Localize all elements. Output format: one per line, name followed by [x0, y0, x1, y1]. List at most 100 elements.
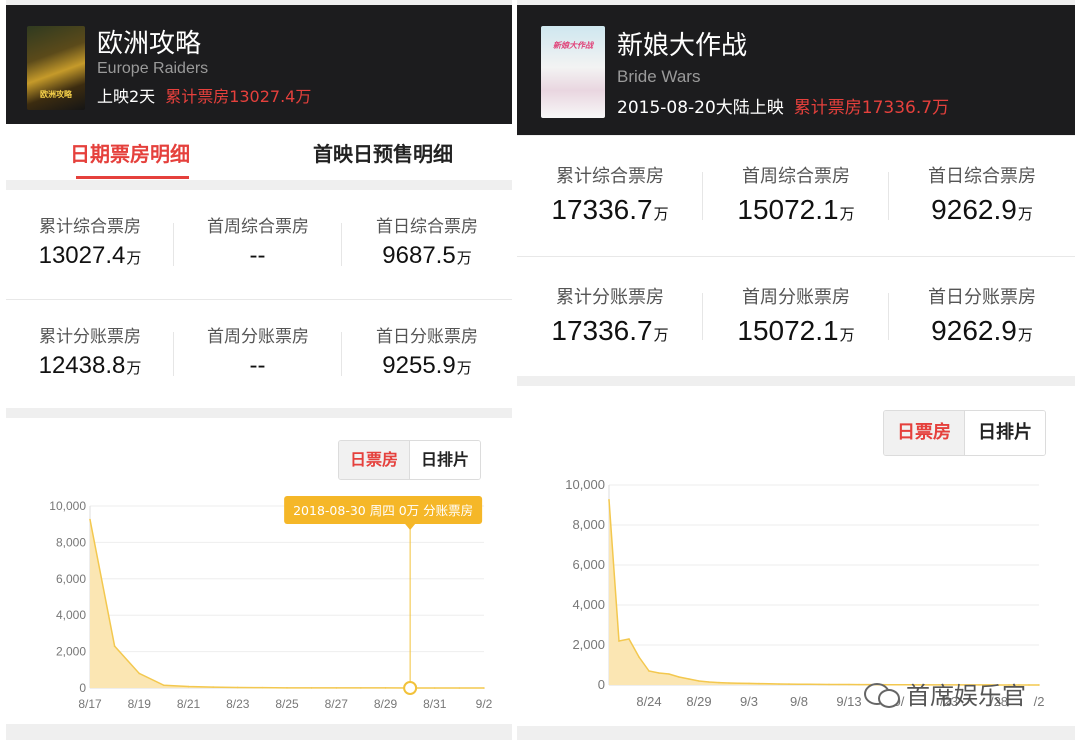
x-tick-label: 8/29: [686, 694, 711, 709]
movie-poster[interactable]: 欧洲攻略: [27, 26, 85, 110]
y-tick-label: 6,000: [572, 557, 605, 572]
stat-cell: 首日综合票房 9262.9万: [889, 136, 1075, 256]
x-tick-label: 9/8: [790, 694, 808, 709]
box-office-chart[interactable]: 0 2,000 4,000 6,000 8,000 10,000 8/24 8/29 9/3 9/…: [517, 386, 1075, 726]
data-point: [310, 687, 313, 689]
chart-card: 日票房 日排片 0 2,000 4,000 6,000 8,000 10,000 8/17 8…: [6, 418, 512, 724]
series-area: [609, 499, 1039, 685]
tooltip-arrow: [405, 524, 416, 530]
y-tick-label: 2,000: [572, 637, 605, 652]
x-tick-label: 8/25: [275, 697, 299, 711]
total-box-office: 累计票房13027.4万: [165, 87, 312, 106]
stats-grid: 累计综合票房 13027.4万 首周综合票房 -- 首日综合票房 9687.5万…: [6, 190, 512, 408]
data-point: [384, 687, 387, 689]
stat-value: --: [249, 352, 266, 379]
y-tick-label: 10,000: [49, 499, 86, 513]
stat-label: 累计综合票房: [39, 217, 141, 237]
stat-value: 9687.5万: [382, 242, 472, 269]
y-tick-label: 10,000: [565, 477, 605, 492]
stat-cell: 累计综合票房 17336.7万: [517, 136, 703, 256]
movie-title: 欧洲攻略: [97, 29, 202, 59]
x-tick-label: 8/21: [177, 697, 201, 711]
y-tick-label: 0: [79, 681, 86, 695]
data-point: [458, 687, 461, 689]
stat-cell: 首周综合票房 15072.1万: [703, 136, 889, 256]
chart-card: 日票房 日排片 0 2,000 4,000 6,000 8,000 10,000 8/24 8…: [517, 386, 1075, 726]
data-point: [1038, 684, 1040, 686]
tab-premiere-presale[interactable]: 首映日预售明细: [313, 138, 453, 167]
x-tick-label: /2: [1034, 694, 1045, 709]
data-point: [738, 682, 740, 684]
data-point: [678, 676, 680, 678]
stats-row-split: 累计分账票房 17336.7万 首周分账票房 15072.1万 首日分账票房 9…: [517, 256, 1075, 376]
stat-label: 累计综合票房: [556, 166, 664, 187]
stat-value: 9262.9万: [931, 194, 1033, 225]
data-point: [688, 678, 690, 680]
stat-value: 9255.9万: [382, 352, 472, 379]
data-point: [608, 498, 610, 501]
stat-cell: 首日分账票房 9262.9万: [889, 257, 1075, 376]
stat-value: 13027.4万: [38, 242, 142, 269]
y-tick-label: 2,000: [56, 645, 86, 659]
stat-label: 首周综合票房: [742, 166, 850, 187]
tab-daily-box-office[interactable]: 日期票房明细: [70, 138, 190, 167]
stat-value: --: [249, 242, 266, 269]
data-point: [718, 681, 720, 684]
movie-english-title: Bride Wars: [617, 67, 701, 86]
stats-grid: 累计综合票房 17336.7万 首周综合票房 15072.1万 首日综合票房 9…: [517, 136, 1075, 376]
stat-value: 15072.1万: [737, 194, 855, 225]
x-tick-label: 8/24: [636, 694, 661, 709]
stat-label: 累计分账票房: [39, 327, 141, 347]
data-point: [748, 682, 750, 685]
tooltip-text: 2018-08-30 周四 0万 分账票房: [293, 503, 473, 518]
movie-title: 新娘大作战: [617, 31, 748, 61]
stat-value: 9262.9万: [931, 315, 1033, 346]
movie-header: 欧洲攻略 欧洲攻略 Europe Raiders 上映2天 累计票房13027.4…: [6, 5, 512, 124]
data-point: [788, 683, 790, 685]
stat-value: 17336.7万: [551, 194, 669, 225]
data-point: [728, 682, 730, 684]
data-point: [261, 686, 264, 689]
data-point: [758, 682, 760, 685]
box-office-chart[interactable]: 0 2,000 4,000 6,000 8,000 10,000 8/17 8/19 8/21 8…: [6, 418, 512, 724]
data-point: [335, 687, 338, 689]
stat-label: 首周分账票房: [742, 287, 850, 308]
stat-cell: 首周分账票房 --: [174, 300, 342, 408]
active-tab-indicator: [76, 176, 189, 179]
data-point: [668, 673, 670, 675]
data-point: [818, 683, 820, 686]
data-point: [360, 687, 362, 689]
stats-row-split: 累计分账票房 12438.8万 首周分账票房 -- 首日分账票房 9255.9万: [6, 299, 512, 408]
data-point: [778, 683, 780, 685]
data-point: [638, 656, 640, 658]
stats-row-combined: 累计综合票房 17336.7万 首周综合票房 15072.1万 首日综合票房 9…: [517, 136, 1075, 256]
series-line: [608, 499, 1040, 686]
movie-header: 新娘大作战 新娘大作战 Bride Wars 2015-08-20大陆上映 累计票…: [517, 5, 1075, 135]
movie-poster[interactable]: 新娘大作战: [541, 26, 605, 118]
x-tick-label: 9/13: [836, 694, 861, 709]
stat-label: 首日综合票房: [928, 166, 1036, 187]
x-tick-label: 8/29: [374, 697, 398, 711]
data-point: [658, 672, 660, 674]
x-tick-label: 8/19: [128, 697, 152, 711]
x-tick-label: 8/27: [325, 697, 349, 711]
series-line: [89, 519, 484, 689]
stat-label: 首日分账票房: [928, 287, 1036, 308]
series-area: [90, 519, 484, 688]
data-point: [187, 685, 190, 688]
stat-value: 12438.8万: [38, 352, 142, 379]
data-point: [113, 645, 116, 647]
data-point: [483, 687, 485, 689]
data-point: [89, 518, 91, 521]
total-box-office: 累计票房17336.7万: [793, 98, 950, 118]
data-point: [848, 683, 850, 686]
x-tick-label: 8/23: [226, 697, 250, 711]
data-point: [433, 687, 436, 689]
data-point: [808, 683, 810, 686]
data-point: [648, 670, 650, 672]
release-date: 2015-08-20大陆上映: [617, 98, 784, 118]
data-point: [618, 640, 620, 642]
movie-meta: 上映2天 累计票房13027.4万: [97, 83, 311, 107]
data-point: [828, 683, 830, 686]
right-panel: 新娘大作战 新娘大作战 Bride Wars 2015-08-20大陆上映 累计票…: [517, 0, 1075, 740]
